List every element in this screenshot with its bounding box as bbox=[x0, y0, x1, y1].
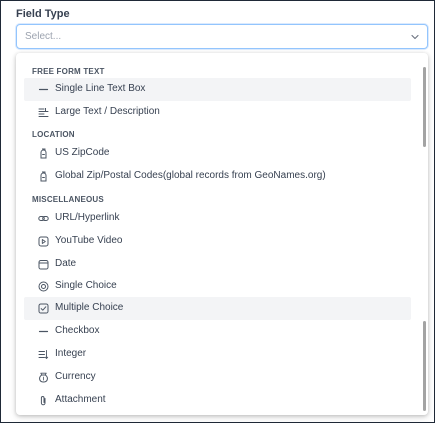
select-placeholder: Select... bbox=[25, 31, 62, 42]
scrollbar-thumb[interactable] bbox=[423, 321, 426, 411]
line-icon bbox=[38, 330, 49, 333]
option-label: Large Text / Description bbox=[55, 106, 160, 117]
option-label: Global Zip/Postal Codes(global records f… bbox=[55, 170, 326, 181]
mailbox-icon bbox=[40, 148, 47, 159]
dropdown-option[interactable]: Global Zip/Postal Codes(global records f… bbox=[24, 165, 411, 188]
window-frame: Field Type Select... FREE FORM TEXT Singl… bbox=[0, 0, 435, 423]
option-label: Multiple Choice bbox=[55, 302, 124, 313]
dropdown-option[interactable]: Single Choice bbox=[24, 275, 411, 298]
mailbox-icon bbox=[40, 171, 47, 182]
field-type-dropdown[interactable]: FREE FORM TEXT Single Line Text Box Large … bbox=[16, 53, 428, 415]
option-label: Integer bbox=[55, 348, 87, 359]
dropdown-option[interactable]: Date bbox=[24, 253, 411, 276]
group-header: MISCELLANEOUS bbox=[32, 195, 104, 204]
field-type-label: Field Type bbox=[16, 8, 70, 20]
field-type-select[interactable]: Select... bbox=[16, 24, 428, 49]
group-header: LOCATION bbox=[32, 130, 75, 139]
option-label: Currency bbox=[55, 371, 96, 382]
option-label: Single Line Text Box bbox=[55, 83, 146, 94]
option-label: URL/Hyperlink bbox=[55, 212, 120, 223]
radio-icon bbox=[38, 281, 49, 292]
dropdown-option[interactable]: URL/Hyperlink bbox=[24, 207, 411, 230]
dropdown-option[interactable]: Attachment bbox=[24, 389, 411, 412]
option-label: Attachment bbox=[55, 394, 106, 405]
money-bag-icon bbox=[39, 372, 48, 383]
option-label: Date bbox=[55, 258, 77, 269]
link-icon bbox=[38, 216, 49, 221]
dropdown-option[interactable]: Integer bbox=[24, 343, 411, 366]
paperclip-icon bbox=[40, 396, 46, 406]
scrollbar-thumb[interactable] bbox=[423, 67, 426, 147]
dropdown-option[interactable]: Large Text / Description bbox=[24, 101, 411, 124]
chevron-down-icon bbox=[411, 34, 419, 40]
number-list-icon bbox=[38, 350, 49, 359]
dropdown-option[interactable]: US ZipCode bbox=[24, 142, 411, 165]
dropdown-option[interactable]: Checkbox bbox=[24, 320, 411, 343]
dropdown-option[interactable]: Multiple Choice bbox=[24, 297, 411, 320]
option-label: US ZipCode bbox=[55, 147, 110, 158]
option-label: Single Choice bbox=[55, 280, 117, 291]
option-label: Checkbox bbox=[55, 325, 100, 336]
option-label: YouTube Video bbox=[55, 235, 123, 246]
video-icon bbox=[38, 236, 49, 247]
dropdown-option[interactable]: YouTube Video bbox=[24, 230, 411, 253]
group-header: FREE FORM TEXT bbox=[32, 67, 105, 76]
dropdown-option[interactable]: Currency bbox=[24, 366, 411, 389]
line-icon bbox=[38, 88, 49, 91]
text-lines-icon bbox=[38, 108, 49, 117]
calendar-icon bbox=[38, 260, 49, 270]
checkbox-checked-icon bbox=[38, 303, 49, 314]
dropdown-option[interactable]: Single Line Text Box bbox=[24, 78, 411, 101]
